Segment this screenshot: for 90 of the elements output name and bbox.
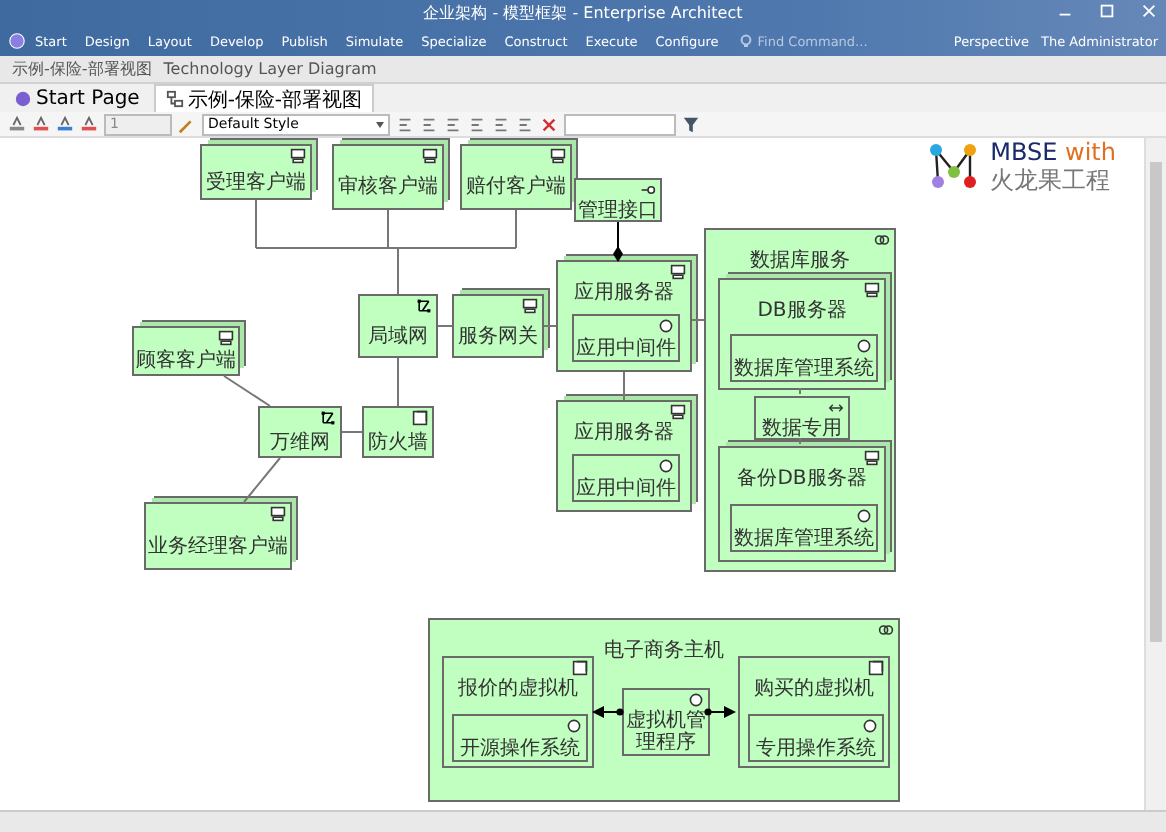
filter-field[interactable] <box>564 113 676 135</box>
monitor-icon <box>864 282 880 298</box>
circle-icon <box>862 718 878 734</box>
close-icon[interactable] <box>1140 2 1158 20</box>
dropdown-caret-icon <box>376 121 384 127</box>
element-label: 应用中间件 <box>576 477 676 499</box>
format-tool-icon[interactable] <box>32 115 50 133</box>
connector-line <box>341 431 363 433</box>
diagram-icon <box>165 90 184 108</box>
element-label: 受理客户端 <box>206 171 306 193</box>
circle-icon <box>566 718 582 734</box>
element-label: 专用操作系统 <box>756 737 876 759</box>
monitor-icon <box>290 148 306 164</box>
document-tab[interactable]: Start Page <box>4 86 150 112</box>
connector-line <box>623 371 625 401</box>
element-label: 审核客户端 <box>338 176 438 198</box>
circle-icon <box>658 318 674 334</box>
logo-title: MBSE with <box>990 138 1116 166</box>
circle-icon <box>688 692 704 708</box>
align-icon[interactable] <box>444 115 462 133</box>
square-icon <box>572 660 588 676</box>
connector-line <box>691 319 705 321</box>
window-title: 企业架构 - 模型框架 - Enterprise Architect <box>423 1 743 25</box>
element-label: 电子商务主机 <box>604 640 724 662</box>
element-label: 管理接口 <box>578 199 658 221</box>
arrow-line <box>592 706 624 718</box>
monitor-icon <box>550 148 566 164</box>
element-label: 万维网 <box>270 431 330 453</box>
element-label: 应用中间件 <box>576 337 676 359</box>
element-label: 数据库管理系统 <box>734 357 874 379</box>
app-menu-icon[interactable] <box>8 32 26 50</box>
composition-line <box>613 221 623 262</box>
element-label: 报价的虚拟机 <box>458 678 578 700</box>
logo-subtitle: 火龙果工程 <box>990 166 1113 194</box>
monitor-icon <box>864 450 880 466</box>
element-label: 备份DB服务器 <box>737 468 867 490</box>
connector-line <box>437 325 453 327</box>
group-icon <box>878 622 894 638</box>
connector-line <box>397 357 399 407</box>
delete-icon[interactable] <box>540 115 558 133</box>
element-label: 虚拟机管理程序 <box>624 710 708 754</box>
align-icon[interactable] <box>492 115 510 133</box>
element-label: 开源操作系统 <box>460 737 580 759</box>
circle-icon <box>856 338 872 354</box>
monitor-icon <box>670 264 686 280</box>
format-tool-icon[interactable] <box>56 115 74 133</box>
network-icon <box>320 410 336 426</box>
square-icon <box>868 660 884 676</box>
align-icon[interactable] <box>516 115 534 133</box>
format-tool-icon[interactable] <box>80 115 98 133</box>
align-icon[interactable] <box>396 115 414 133</box>
element-label: DB服务器 <box>757 300 847 322</box>
element-label: 顾客客户端 <box>136 350 236 372</box>
bulb-icon <box>739 34 752 48</box>
monitor-icon <box>670 404 686 420</box>
document-tab[interactable]: 示例-保险-部署视图 <box>153 84 375 112</box>
element-label: 业务经理客户端 <box>148 535 288 557</box>
monitor-icon <box>270 506 286 522</box>
maximize-icon[interactable] <box>1098 2 1116 20</box>
element-label: 服务网关 <box>458 325 538 347</box>
align-icon[interactable] <box>468 115 486 133</box>
circle-icon <box>856 508 872 524</box>
element-label: 防火墙 <box>368 431 428 453</box>
element-label: 应用服务器 <box>574 422 674 444</box>
arrow-icon <box>828 400 844 416</box>
monitor-icon <box>218 330 234 346</box>
element-label: 赔付客户端 <box>466 176 566 198</box>
network-icon <box>416 298 432 314</box>
connector-line <box>543 325 557 327</box>
monitor-icon <box>522 298 538 314</box>
format-tool-icon[interactable] <box>8 115 26 133</box>
diagram-type-label: Technology Layer Diagram <box>163 60 377 78</box>
square-icon <box>412 410 428 426</box>
align-icon[interactable] <box>420 115 438 133</box>
connector-line <box>223 375 271 407</box>
connector-line <box>243 457 281 503</box>
monitor-icon <box>422 148 438 164</box>
element-label: 数据库管理系统 <box>734 527 874 549</box>
arrow-line <box>704 706 736 718</box>
element-label: 购买的虚拟机 <box>754 678 874 700</box>
interface-icon <box>640 182 656 198</box>
connector-line <box>799 387 801 395</box>
breadcrumb-path[interactable]: 示例-保险-部署视图 <box>12 58 152 80</box>
element-label: 数据库服务 <box>750 250 850 272</box>
element-label: 应用服务器 <box>574 282 674 304</box>
scrollbar-thumb[interactable] <box>1150 162 1162 642</box>
circle-icon <box>658 458 674 474</box>
element-label: 局域网 <box>368 325 428 347</box>
group-icon <box>874 232 890 248</box>
element-label: 数据专用 <box>762 418 842 440</box>
